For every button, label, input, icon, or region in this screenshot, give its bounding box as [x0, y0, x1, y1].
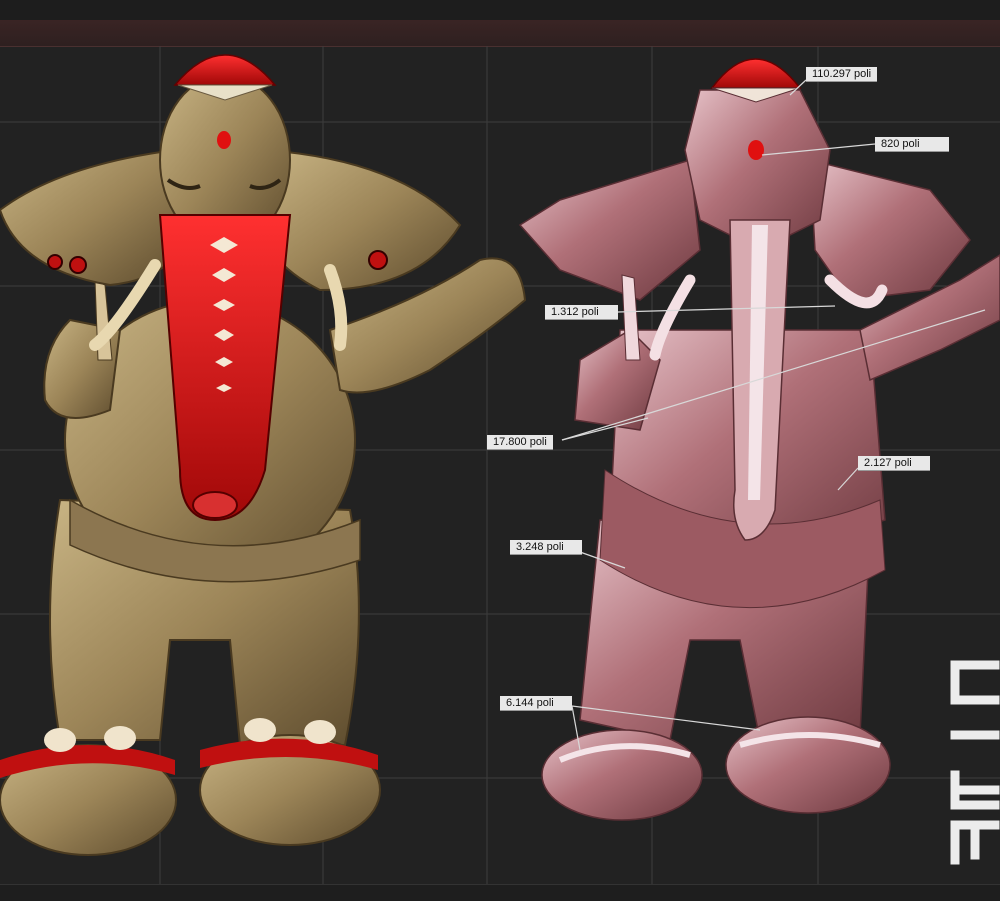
callout-bindi: 820 poli [875, 137, 949, 152]
lowpoly-elephant-model [518, 58, 1000, 821]
scene-canvas [0, 46, 1000, 884]
callout-cloth: 3.248 poli [510, 540, 582, 555]
viewport: 110.297 poli 820 poli 1.312 poli 17.800 … [0, 0, 1000, 901]
bottom-bar [0, 884, 1000, 901]
callout-tusks: 1.312 poli [545, 305, 618, 320]
callout-feet: 6.144 poli [500, 696, 572, 711]
textured-elephant-model [0, 54, 527, 856]
callout-belly: 2.127 poli [858, 456, 930, 471]
callout-head: 110.297 poli [806, 67, 878, 82]
callout-hands: 17.800 poli [487, 435, 553, 450]
watermark-logo [950, 660, 1000, 865]
